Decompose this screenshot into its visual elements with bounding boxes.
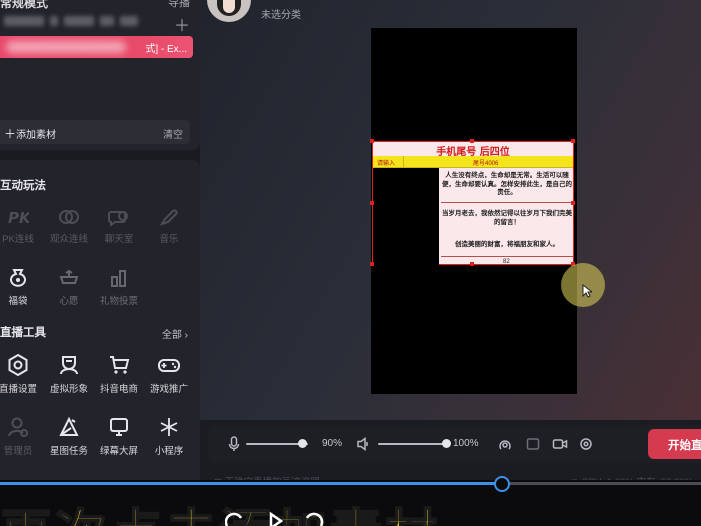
- speaker-volume-slider[interactable]: [378, 443, 446, 445]
- cart-icon: [110, 356, 130, 374]
- wish-button[interactable]: 心愿: [45, 268, 93, 310]
- music-icon: [159, 209, 178, 226]
- tools-card: 互动玩法 PK PK连线 观众连线 聊天室 音乐 福袋 心愿 礼物投票 直播工具…: [0, 160, 200, 480]
- ad-text-1: 人生没有终点，生命却是无常。生活可以随便，生命却要认真。怎样安排此生，是自己的责…: [442, 172, 572, 196]
- camera-icon[interactable]: [552, 436, 568, 452]
- player-controls-icon[interactable]: [225, 508, 325, 526]
- start-live-button[interactable]: 开始直: [648, 429, 701, 459]
- star-task-icon: [59, 416, 79, 436]
- scene-card: 常规模式 导播 ＋ 式] - Ex... ＋添加素材 清空: [0, 0, 200, 150]
- camera-off-icon[interactable]: [526, 436, 540, 452]
- resize-handle-b[interactable]: [470, 262, 474, 266]
- interaction-title: 互动玩法: [0, 180, 46, 192]
- music-button[interactable]: 音乐: [145, 208, 193, 250]
- ad-text-2: 当岁月老去，我依然记得以往岁月下我们完美的留言！: [442, 210, 572, 226]
- all-tools-link[interactable]: 全部 ›: [162, 326, 188, 341]
- resize-handle-tr[interactable]: [571, 139, 575, 143]
- douyin-ecommerce-button[interactable]: 抖音电商: [95, 354, 143, 396]
- ad-text-3: 创造美丽的财富，将福朋友和家人。: [455, 241, 559, 248]
- admin-icon: [8, 417, 28, 437]
- audience-link-button[interactable]: 观众连线: [45, 208, 93, 250]
- video-progress-fill: [0, 482, 502, 485]
- chevron-right-icon: ›: [184, 330, 188, 341]
- chat-room-icon: [108, 211, 128, 226]
- ad-header-bar: 请输入 尾号4006: [373, 156, 573, 168]
- mini-program-icon: [160, 418, 178, 436]
- pk-button[interactable]: PK PK连线: [0, 208, 42, 250]
- link-icon: [59, 210, 79, 224]
- video-progress-knob[interactable]: [493, 476, 510, 492]
- add-scene-button[interactable]: ＋: [174, 12, 190, 36]
- virtual-avatar-button[interactable]: 虚拟形象: [45, 354, 93, 396]
- svg-text:PK: PK: [8, 209, 29, 226]
- director-link[interactable]: 导播: [168, 0, 190, 10]
- chat-room-button[interactable]: 聊天室: [95, 208, 143, 250]
- left-panel: 常规模式 导播 ＋ 式] - Ex... ＋添加素材 清空 互动玩法 PK PK…: [0, 0, 200, 480]
- ad-source-selected[interactable]: 手机尾号 后四位 请输入 尾号4006 人生没有终点，生命却是无常。生活可以随便…: [372, 141, 574, 266]
- material-toolbar: ＋添加素材 清空: [0, 120, 190, 144]
- pk-icon: PK: [8, 209, 29, 226]
- speaker-volume-value: 100%: [453, 438, 479, 449]
- source-item-selected[interactable]: 式] - Ex...: [0, 36, 193, 58]
- screen-icon: [110, 418, 128, 436]
- admin-button[interactable]: 管理员: [0, 416, 42, 458]
- mic-volume-knob[interactable]: [297, 439, 307, 448]
- gift-vote-icon: [111, 270, 126, 287]
- settings-icon: [8, 354, 28, 376]
- wish-icon: [59, 269, 79, 284]
- live-tools-title: 直播工具: [0, 327, 46, 339]
- resize-handle-l[interactable]: [370, 201, 374, 205]
- scene-mode-title[interactable]: 常规模式: [0, 0, 48, 11]
- resize-handle-r[interactable]: [571, 201, 575, 205]
- clear-button[interactable]: 清空: [163, 126, 183, 141]
- ad-dark-column: [373, 168, 439, 266]
- audio-effect-icon[interactable]: [498, 436, 512, 452]
- resize-handle-t[interactable]: [470, 139, 474, 143]
- live-settings-button[interactable]: 直播设置: [0, 354, 42, 396]
- source-item-label: 式] - Ex...: [145, 44, 187, 55]
- ad-number: 82: [503, 259, 510, 265]
- mouse-cursor-icon: [582, 284, 592, 298]
- audio-control-bar: 90% 100%: [208, 425, 701, 463]
- category-label[interactable]: 未选分类: [261, 6, 301, 21]
- avatar-icon: [60, 356, 78, 375]
- resize-handle-bl[interactable]: [370, 262, 374, 266]
- gamepad-icon: [158, 359, 180, 372]
- resize-handle-tl[interactable]: [370, 139, 374, 143]
- lucky-bag-icon: [10, 269, 26, 287]
- gift-vote-button[interactable]: 礼物投票: [95, 268, 143, 310]
- add-material-button[interactable]: ＋添加素材: [4, 125, 56, 142]
- star-task-button[interactable]: 星图任务: [45, 416, 93, 458]
- lucky-bag-button[interactable]: 福袋: [0, 268, 42, 310]
- speaker-icon[interactable]: [356, 436, 370, 452]
- plus-icon: ＋: [4, 127, 17, 141]
- mic-volume-value: 90%: [322, 438, 343, 449]
- mini-program-button[interactable]: 小程序: [145, 416, 193, 458]
- video-progress-bar[interactable]: [0, 482, 701, 485]
- gear-icon[interactable]: [579, 436, 593, 452]
- microphone-icon[interactable]: [228, 436, 240, 452]
- speaker-volume-knob[interactable]: [442, 439, 451, 448]
- scene-name-blurred: [4, 14, 138, 28]
- game-promo-button[interactable]: 游戏推广: [145, 354, 193, 396]
- green-screen-button[interactable]: 绿幕大屏: [95, 416, 143, 458]
- source-name-blurred: [6, 41, 126, 53]
- video-subtitle: 再次点击添加素材: [0, 492, 701, 526]
